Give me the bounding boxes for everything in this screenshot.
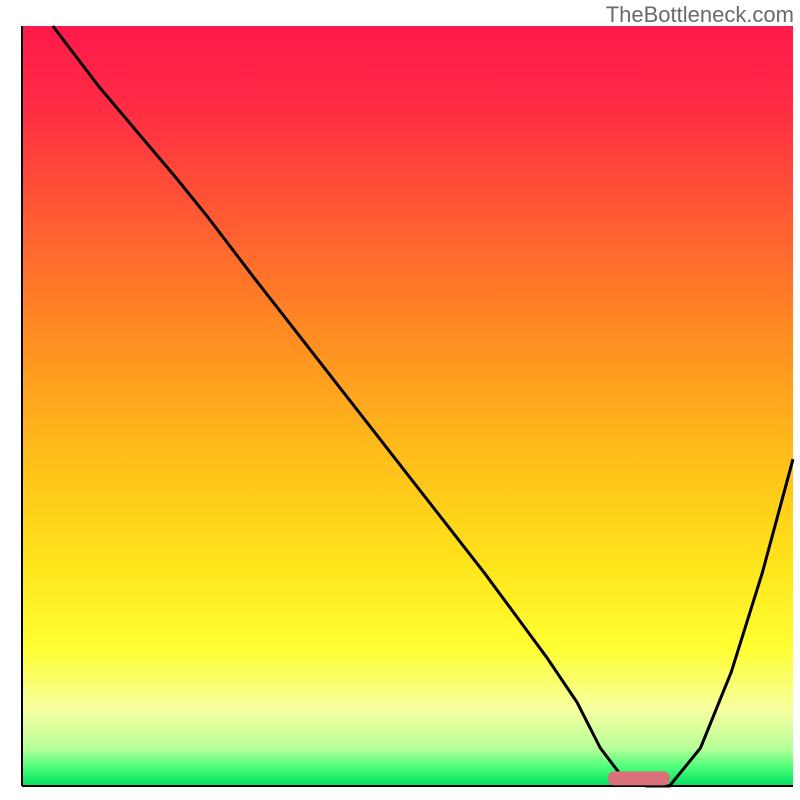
watermark-text: TheBottleneck.com xyxy=(606,2,794,28)
chart-frame: TheBottleneck.com xyxy=(0,0,800,800)
gradient-background xyxy=(22,26,793,786)
optimal-marker xyxy=(608,771,670,785)
bottleneck-chart xyxy=(0,0,800,800)
